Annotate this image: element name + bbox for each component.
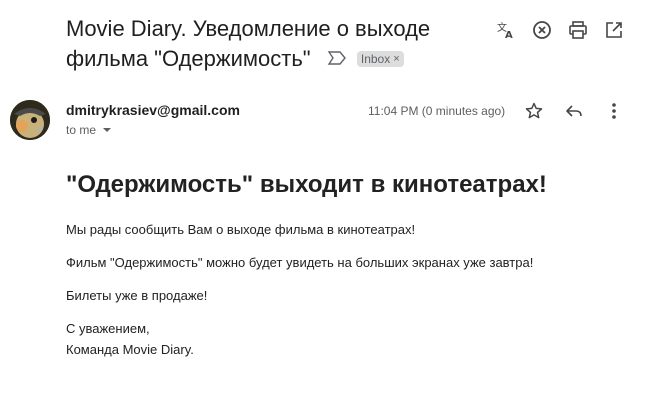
body-paragraph: Мы рады сообщить Вам о выходе фильма в к…	[66, 222, 416, 237]
body-paragraph: Фильм "Одержимость" можно будет увидеть …	[66, 255, 534, 270]
body-signoff: С уважением, Команда Movie Diary.	[66, 318, 626, 360]
reply-icon[interactable]	[564, 101, 584, 121]
open-in-new-window-icon[interactable]	[604, 20, 624, 40]
message-timestamp: 11:04 PM (0 minutes ago)	[368, 104, 506, 118]
subject-line-1: Movie Diary. Уведомление о выходе	[66, 16, 431, 41]
recipient-info[interactable]: to me	[66, 123, 112, 137]
star-icon[interactable]	[524, 101, 544, 121]
subject-line-2: фильма "Одержимость"	[66, 46, 311, 71]
email-body: "Одержимость" выходит в кинотеатрах! Мы …	[66, 170, 626, 378]
translate-icon[interactable]: 文 A	[496, 20, 516, 40]
sender-avatar[interactable]	[10, 100, 50, 140]
svg-text:A: A	[505, 30, 513, 40]
more-options-icon[interactable]	[604, 101, 624, 121]
close-circle-icon[interactable]	[532, 20, 552, 40]
remove-label-icon[interactable]: ×	[393, 51, 399, 67]
body-paragraph: Билеты уже в продаже!	[66, 288, 208, 303]
inbox-label-text: Inbox	[360, 52, 391, 66]
signoff-line-1: С уважением,	[66, 321, 150, 336]
chevron-down-icon[interactable]	[103, 128, 112, 132]
subject-area: Movie Diary. Уведомление о выходе фильма…	[66, 14, 486, 73]
signoff-line-2: Команда Movie Diary.	[66, 342, 194, 357]
thread-actions: 文 A	[496, 20, 624, 40]
email-subject: Movie Diary. Уведомление о выходе фильма…	[66, 14, 486, 73]
inbox-label-chip: Inbox ×	[356, 51, 404, 67]
recipient-label: to me	[66, 123, 97, 137]
email-view: Movie Diary. Уведомление о выходе фильма…	[0, 0, 647, 400]
body-heading: "Одержимость" выходит в кинотеатрах!	[66, 171, 547, 198]
message-actions	[524, 101, 624, 121]
sender-email[interactable]: dmitrykrasiev@gmail.com	[66, 102, 240, 118]
print-icon[interactable]	[568, 20, 588, 40]
label-important-icon[interactable]	[327, 43, 347, 65]
